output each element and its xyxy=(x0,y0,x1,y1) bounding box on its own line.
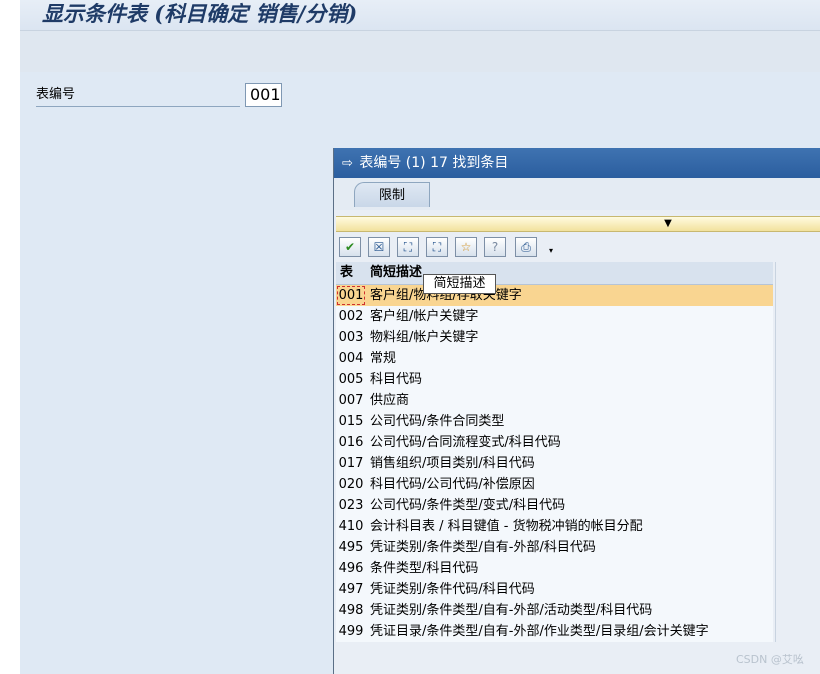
print-dropdown-icon[interactable]: ▾ xyxy=(549,246,553,255)
table-body: 001 客户组/物料组/存取关键字 002 客户组/帐户关键字 003 物料组/帐户关键字… xyxy=(336,285,773,642)
row-code: 017 xyxy=(338,456,364,471)
row-code: 002 xyxy=(338,309,364,324)
row-description: 凭证类别/条件类型/自有-外部/科目代码 xyxy=(370,540,596,555)
binoculars-icon[interactable]: ⛶ xyxy=(397,237,419,257)
row-code: 016 xyxy=(338,435,364,450)
hit-list-table: 表 简短描述 001 客户组/物料组/存取关键字 002 客户组/帐户关键字 003 物料… xyxy=(336,262,775,642)
table-row[interactable]: 495 凭证类别/条件类型/自有-外部/科目代码 xyxy=(336,537,773,558)
column-header-code[interactable]: 表 xyxy=(340,262,353,284)
table-number-input[interactable]: 001 xyxy=(245,83,282,107)
row-code: 015 xyxy=(338,414,364,429)
row-code: 005 xyxy=(338,372,364,387)
row-description: 条件类型/科目代码 xyxy=(370,561,479,576)
dialog-title: 表编号 (1) 17 找到条目 xyxy=(359,155,509,171)
table-empty-area xyxy=(775,262,820,642)
table-row[interactable]: 023 公司代码/条件类型/变式/科目代码 xyxy=(336,495,773,516)
check-icon[interactable]: ✔ xyxy=(339,237,361,257)
row-code: 003 xyxy=(338,330,364,345)
restrictions-collapse-bar[interactable]: ▼ xyxy=(336,216,820,232)
row-description: 物料组/帐户关键字 xyxy=(370,330,479,345)
row-code: 497 xyxy=(338,582,364,597)
row-code: 499 xyxy=(338,624,364,639)
table-row[interactable]: 016 公司代码/合同流程变式/科目代码 xyxy=(336,432,773,453)
star-icon[interactable]: ☆ xyxy=(455,237,477,257)
row-description: 凭证目录/条件类型/自有-外部/作业类型/目录组/会计关键字 xyxy=(370,624,709,639)
table-row[interactable]: 015 公司代码/条件合同类型 xyxy=(336,411,773,432)
table-number-label: 表编号 xyxy=(36,84,240,107)
row-code: 001 xyxy=(336,285,366,306)
table-row[interactable]: 499 凭证目录/条件类型/自有-外部/作业类型/目录组/会计关键字 xyxy=(336,621,773,642)
help-icon[interactable]: ? xyxy=(484,237,506,257)
row-description: 客户组/帐户关键字 xyxy=(370,309,479,324)
table-row[interactable]: 003 物料组/帐户关键字 xyxy=(336,327,773,348)
row-code: 023 xyxy=(338,498,364,513)
collapse-grip-icon[interactable]: ▼ xyxy=(660,218,676,230)
table-row[interactable]: 020 科目代码/公司代码/补偿原因 xyxy=(336,474,773,495)
row-code: 496 xyxy=(338,561,364,576)
tab-strip: 限制 xyxy=(334,178,820,210)
table-row[interactable]: 498 凭证类别/条件类型/自有-外部/活动类型/科目代码 xyxy=(336,600,773,621)
table-header: 表 简短描述 xyxy=(336,262,773,285)
page-title: 显示条件表 (科目确定 销售/分销) xyxy=(42,1,358,26)
left-edge xyxy=(0,0,20,674)
row-code: 410 xyxy=(338,519,364,534)
column-header-description[interactable]: 简短描述 xyxy=(370,262,422,284)
row-description: 供应商 xyxy=(370,393,410,408)
row-description: 科目代码/公司代码/补偿原因 xyxy=(370,477,535,492)
table-row[interactable]: 496 条件类型/科目代码 xyxy=(336,558,773,579)
row-description: 科目代码 xyxy=(370,372,423,387)
row-description: 公司代码/条件类型/变式/科目代码 xyxy=(370,498,566,513)
watermark: CSDN @艾吆 xyxy=(736,653,804,666)
row-description: 公司代码/合同流程变式/科目代码 xyxy=(370,435,561,450)
row-code: 004 xyxy=(338,351,364,366)
dialog-toolbar: ✔ ☒ ⛶ ⛶ ☆ ? ⎙ ▾ xyxy=(334,234,820,262)
row-description: 会计科目表 / 科目键值 - 货物税冲销的帐目分配 xyxy=(370,519,643,534)
table-row[interactable]: 017 销售组织/项目类别/科目代码 xyxy=(336,453,773,474)
tab-restrictions[interactable]: 限制 xyxy=(354,182,430,207)
close-icon[interactable]: ☒ xyxy=(368,237,390,257)
row-description: 常规 xyxy=(370,351,397,366)
row-code: 498 xyxy=(338,603,364,618)
row-description: 公司代码/条件合同类型 xyxy=(370,414,505,429)
application-toolbar xyxy=(20,30,820,73)
binoculars-plus-icon[interactable]: ⛶ xyxy=(426,237,448,257)
row-code: 495 xyxy=(338,540,364,555)
row-description: 凭证类别/条件代码/科目代码 xyxy=(370,582,535,597)
row-code: 007 xyxy=(338,393,364,408)
title-bar: 显示条件表 (科目确定 销售/分销) xyxy=(20,0,820,30)
row-description: 销售组织/项目类别/科目代码 xyxy=(370,456,535,471)
column-tooltip: 简短描述 xyxy=(423,274,496,294)
value-help-dialog: ⇨ 表编号 (1) 17 找到条目 限制 ▼ ✔ ☒ ⛶ ⛶ ☆ ? ⎙ ▾ 表… xyxy=(333,148,820,674)
table-row[interactable]: 005 科目代码 xyxy=(336,369,773,390)
dialog-title-bar: ⇨ 表编号 (1) 17 找到条目 xyxy=(334,148,820,178)
table-row[interactable]: 001 客户组/物料组/存取关键字 xyxy=(336,285,773,306)
table-row[interactable]: 002 客户组/帐户关键字 xyxy=(336,306,773,327)
row-code: 020 xyxy=(338,477,364,492)
row-description: 凭证类别/条件类型/自有-外部/活动类型/科目代码 xyxy=(370,603,653,618)
print-icon[interactable]: ⎙ xyxy=(515,237,537,257)
table-row[interactable]: 004 常规 xyxy=(336,348,773,369)
table-row[interactable]: 410 会计科目表 / 科目键值 - 货物税冲销的帐目分配 xyxy=(336,516,773,537)
table-row[interactable]: 497 凭证类别/条件代码/科目代码 xyxy=(336,579,773,600)
dialog-window-icon: ⇨ xyxy=(342,156,353,171)
table-row[interactable]: 007 供应商 xyxy=(336,390,773,411)
